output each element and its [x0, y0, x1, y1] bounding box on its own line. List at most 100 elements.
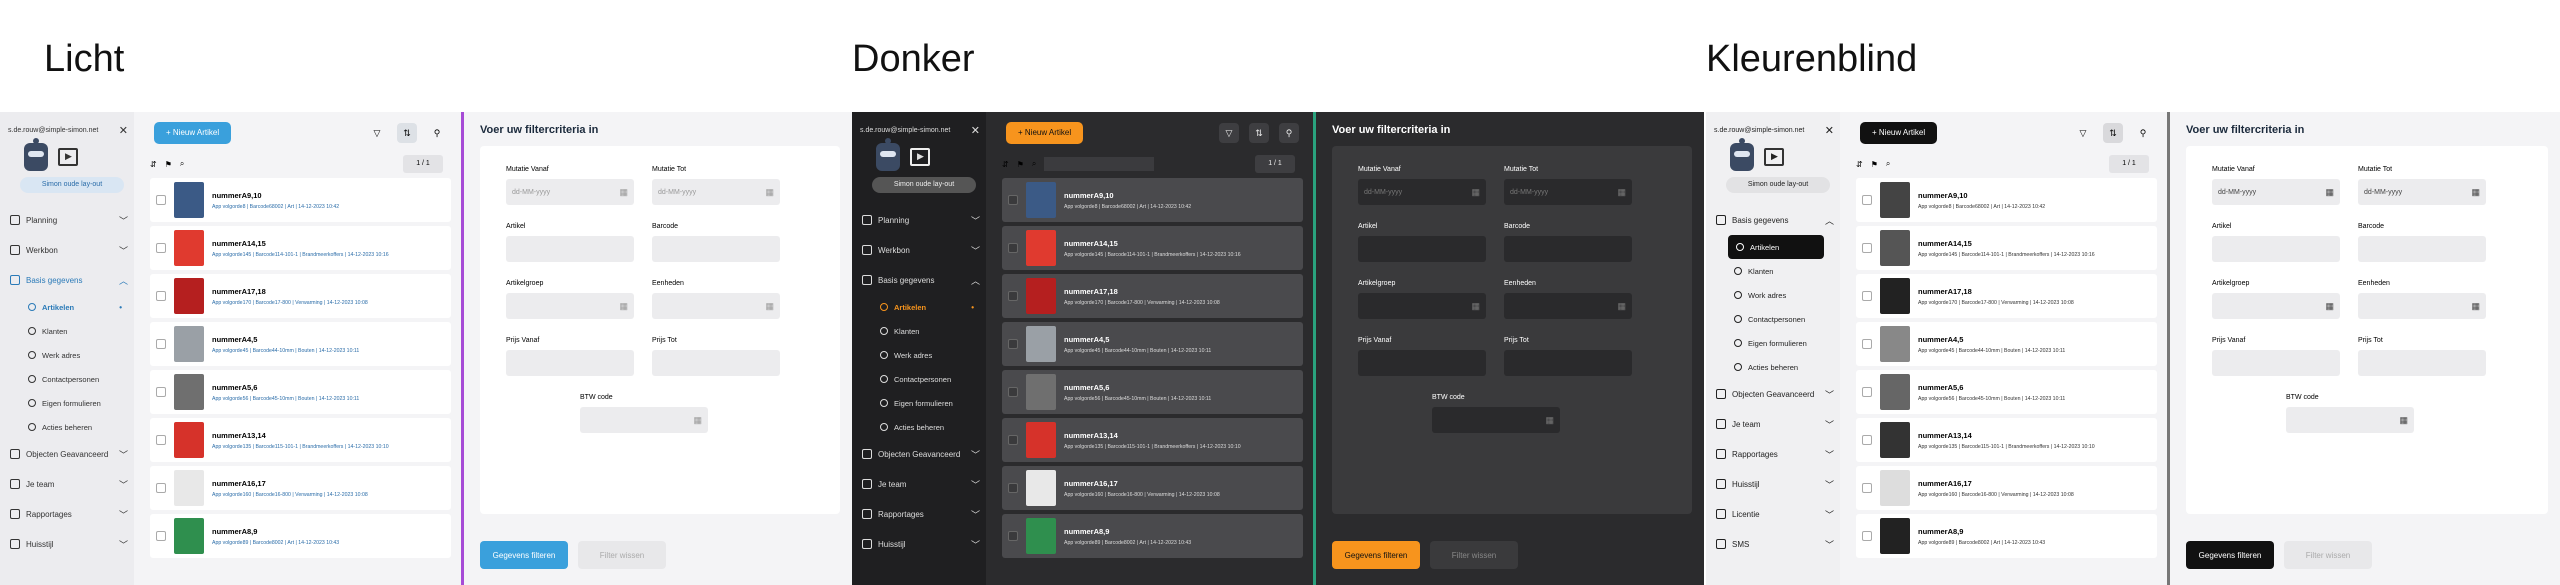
item-checkbox[interactable] [1008, 483, 1018, 493]
item-checkbox[interactable] [1008, 339, 1018, 349]
nav-item[interactable]: Je team ﹀ [860, 469, 980, 499]
item-checkbox[interactable] [156, 195, 166, 205]
article-list-item[interactable]: nummerA5,6 App volgorde56 | Barcode45-10m… [1002, 370, 1303, 414]
calendar-icon[interactable]: ▦ [2325, 301, 2334, 312]
article-list-item[interactable]: nummerA9,10 App volgorde8 | Barcode68002 … [1856, 178, 2157, 222]
nav-item[interactable]: Rapportages ﹀ [1714, 439, 1834, 469]
nav-item[interactable]: Huisstijl ﹀ [8, 529, 128, 559]
chevron-down-icon[interactable]: ﹀ [1825, 538, 1834, 551]
article-list-item[interactable]: nummerA16,17 App volgorde160 | Barcode16-… [1002, 466, 1303, 510]
monitor-play-icon[interactable] [910, 148, 930, 166]
nav-item[interactable]: Je team ﹀ [1714, 409, 1834, 439]
item-checkbox[interactable] [1008, 243, 1018, 253]
nav-item[interactable]: Rapportages ﹀ [860, 499, 980, 529]
nav-item[interactable]: Je team ﹀ [8, 469, 128, 499]
article-list-item[interactable]: nummerA5,6 App volgorde56 | Barcode45-10m… [150, 370, 451, 414]
btw-code-select[interactable]: ▦ [1432, 407, 1560, 433]
old-layout-button[interactable]: Simon oude lay-out [20, 177, 124, 193]
item-checkbox[interactable] [1008, 435, 1018, 445]
bookmark-icon[interactable]: ⚑ [1017, 160, 1024, 169]
article-list-item[interactable]: nummerA13,14 App volgorde135 | Barcode115… [1002, 418, 1303, 462]
article-list-item[interactable]: nummerA8,9 App volgorde89 | Barcode8002 |… [150, 514, 451, 558]
nav-item[interactable]: Huisstijl ﹀ [860, 529, 980, 559]
article-list-item[interactable]: nummerA9,10 App volgorde8 | Barcode68002 … [1002, 178, 1303, 222]
article-list-item[interactable]: nummerA9,10 App volgorde8 | Barcode68002 … [150, 178, 451, 222]
filter-field-input[interactable] [1504, 236, 1632, 262]
calendar-icon[interactable]: ▦ [2471, 187, 2480, 198]
item-checkbox[interactable] [1862, 291, 1872, 301]
chevron-down-icon[interactable]: ﹀ [971, 478, 980, 491]
page-indicator[interactable]: 1 / 1 [2109, 155, 2149, 173]
chevron-down-icon[interactable]: ﹀ [119, 448, 128, 461]
sort-icon[interactable]: ⇅ [397, 123, 417, 143]
nav-item[interactable]: Basis gegevens ︿ [1714, 205, 1834, 235]
article-list-item[interactable]: nummerA5,6 App volgorde56 | Barcode45-10m… [1856, 370, 2157, 414]
nav-item[interactable]: Planning ﹀ [8, 205, 128, 235]
item-checkbox[interactable] [156, 435, 166, 445]
calendar-icon[interactable]: ▦ [693, 415, 702, 426]
new-article-button[interactable]: + Nieuw Artikel [1006, 122, 1084, 144]
robot-avatar-icon[interactable] [1730, 138, 1754, 171]
filter-icon[interactable]: ▽ [367, 123, 387, 143]
nav-item[interactable]: Basis gegevens ︿ [860, 265, 980, 295]
article-list-item[interactable]: nummerA14,15 App volgorde145 | Barcode114… [1002, 226, 1303, 270]
chevron-up-icon[interactable]: ︿ [1825, 214, 1834, 227]
article-list-item[interactable]: nummerA14,15 App volgorde145 | Barcode114… [1856, 226, 2157, 270]
article-list-item[interactable]: nummerA13,14 App volgorde135 | Barcode115… [1856, 418, 2157, 462]
search-input[interactable] [1898, 157, 2009, 171]
old-layout-button[interactable]: Simon oude lay-out [872, 177, 976, 193]
filter-field-input[interactable] [2358, 350, 2486, 376]
calendar-icon[interactable]: ▦ [1471, 187, 1480, 198]
nav-item[interactable]: Rapportages ﹀ [8, 499, 128, 529]
search-input[interactable] [1044, 157, 1155, 171]
chevron-down-icon[interactable]: ﹀ [1825, 448, 1834, 461]
chevron-up-icon[interactable]: ︿ [119, 274, 128, 287]
filter-field-input[interactable]: dd-MM-yyyy ▦ [1504, 179, 1632, 205]
sub-nav-item[interactable]: Artikelen [1728, 235, 1824, 259]
sub-nav-item[interactable]: Acties beheren [860, 415, 980, 439]
filter-field-input[interactable]: dd-MM-yyyy ▦ [652, 179, 780, 205]
filter-field-input[interactable]: dd-MM-yyyy ▦ [1358, 179, 1486, 205]
chevron-down-icon[interactable]: ﹀ [971, 214, 980, 227]
item-checkbox[interactable] [1008, 387, 1018, 397]
chevron-down-icon[interactable]: ﹀ [1825, 478, 1834, 491]
sub-nav-item[interactable]: Klanten [860, 319, 980, 343]
filter-field-input[interactable]: dd-MM-yyyy ▦ [506, 179, 634, 205]
item-checkbox[interactable] [1008, 291, 1018, 301]
item-checkbox[interactable] [156, 387, 166, 397]
sub-nav-item[interactable]: Artikelen • [860, 295, 980, 319]
calendar-icon[interactable]: ▦ [619, 301, 628, 312]
calendar-icon[interactable]: ▦ [1617, 301, 1626, 312]
filter-field-input[interactable] [506, 350, 634, 376]
chevron-down-icon[interactable]: ﹀ [971, 538, 980, 551]
filter-field-input[interactable] [2358, 236, 2486, 262]
close-icon[interactable]: ✕ [119, 124, 128, 137]
article-list-item[interactable]: nummerA14,15 App volgorde145 | Barcode114… [150, 226, 451, 270]
nav-item[interactable]: Objecten Geavanceerd ﹀ [860, 439, 980, 469]
chevron-down-icon[interactable]: ﹀ [1825, 508, 1834, 521]
sub-nav-item[interactable]: Werk adres [8, 343, 128, 367]
apply-filter-button[interactable]: Gegevens filteren [480, 541, 568, 569]
item-checkbox[interactable] [1862, 195, 1872, 205]
nav-item[interactable]: SMS ﹀ [1714, 529, 1834, 559]
filter-field-input[interactable] [1358, 236, 1486, 262]
chevron-down-icon[interactable]: ﹀ [971, 448, 980, 461]
nav-item[interactable]: Basis gegevens ︿ [8, 265, 128, 295]
item-checkbox[interactable] [1862, 387, 1872, 397]
clear-filter-button[interactable]: Filter wissen [1430, 541, 1518, 569]
filter-field-input[interactable]: ▦ [2212, 293, 2340, 319]
chevron-up-icon[interactable]: ︿ [971, 274, 980, 287]
btw-code-select[interactable]: ▦ [2286, 407, 2414, 433]
robot-avatar-icon[interactable] [876, 138, 900, 171]
calendar-icon[interactable]: ▦ [2471, 301, 2480, 312]
new-article-button[interactable]: + Nieuw Artikel [154, 122, 232, 144]
chevron-down-icon[interactable]: ﹀ [119, 538, 128, 551]
chevron-down-icon[interactable]: ﹀ [1825, 388, 1834, 401]
sub-nav-item[interactable]: Contactpersonen [860, 367, 980, 391]
chevron-down-icon[interactable]: ﹀ [119, 478, 128, 491]
article-list-item[interactable]: nummerA16,17 App volgorde160 | Barcode16-… [150, 466, 451, 510]
item-checkbox[interactable] [156, 243, 166, 253]
item-checkbox[interactable] [156, 483, 166, 493]
item-checkbox[interactable] [156, 291, 166, 301]
filter-field-input[interactable] [652, 350, 780, 376]
